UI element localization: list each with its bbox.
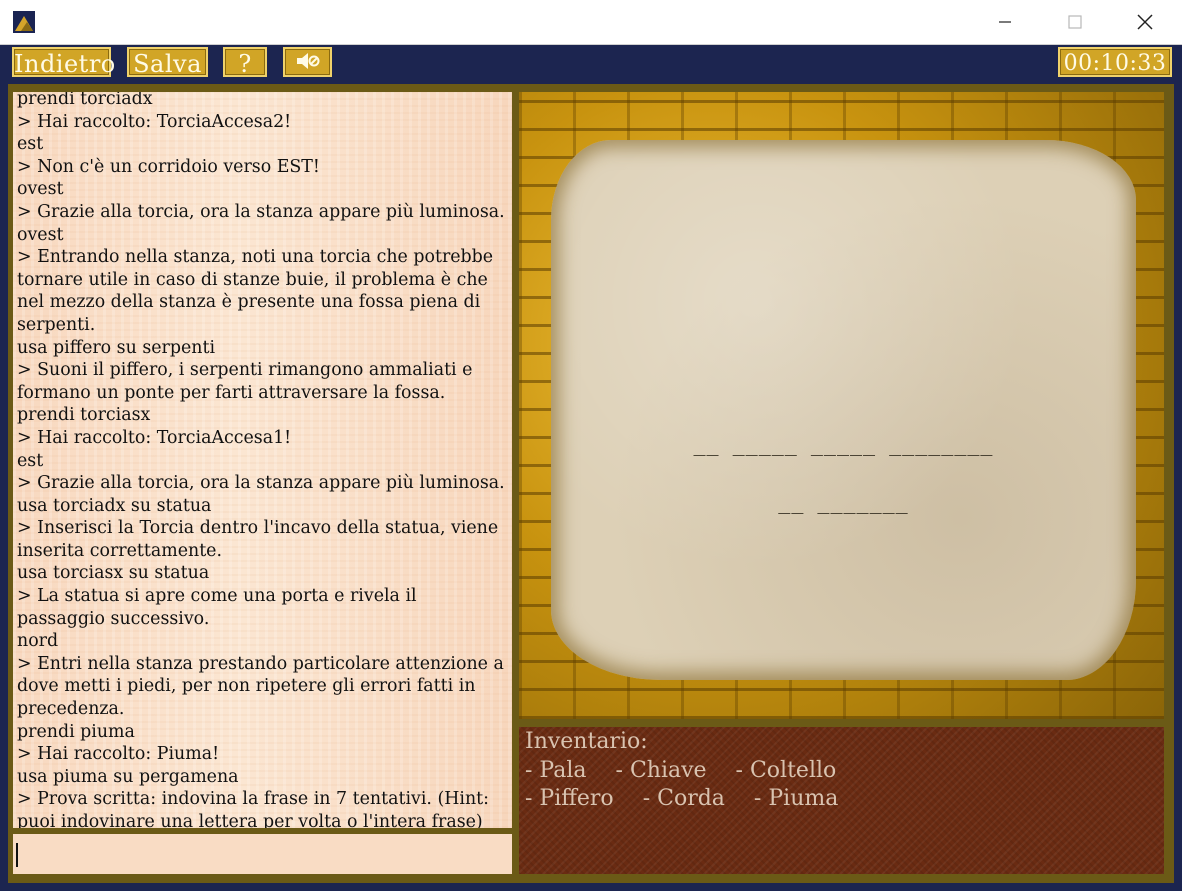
inventory-item: - Piffero (525, 786, 614, 811)
inventory-item: - Piuma (753, 786, 839, 811)
log-command-line: ovest (17, 179, 64, 200)
log-command-line: est (17, 450, 44, 471)
log-command-line: prendi torciasx (17, 405, 151, 426)
log-response-line: > La statua si apre come una porta e riv… (17, 586, 423, 629)
log-command-line: prendi torciadx (17, 92, 153, 109)
puzzle-line-2: __ _______ (778, 490, 909, 514)
inventory-item: - Pala (525, 758, 587, 783)
log-response-line: > Hai raccolto: TorciaAccesa1! (17, 427, 292, 448)
log-command-line: prendi piuma (17, 721, 135, 742)
log-command-line: est (17, 134, 44, 155)
close-icon[interactable] (1110, 0, 1180, 44)
toolbar: Indietro Salva ? 00:10:33 (0, 45, 1182, 83)
inventory-title: Inventario: (525, 729, 648, 754)
log-response-line: > Hai raccolto: TorciaAccesa2! (17, 111, 292, 132)
mountain-app-icon (13, 11, 35, 33)
parchment-scroll: __ _____ _____ ________ __ _______ (551, 140, 1136, 680)
log-command-line: ovest (17, 224, 64, 245)
inventory-item: - Chiave (615, 758, 707, 783)
log-response-line: > Suoni il piffero, i serpenti rimangono… (17, 360, 478, 403)
log-text: prendi torciadx > Hai raccolto: TorciaAcc… (17, 92, 509, 828)
title-bar (0, 0, 1182, 45)
log-command-line: usa torciasx su statua (17, 563, 210, 584)
inventory-panel: Inventario: - Pala - Chiave - Coltello -… (519, 727, 1164, 874)
log-response-line: > Inserisci la Torcia dentro l'incavo de… (17, 518, 504, 561)
game-timer: 00:10:33 (1058, 47, 1172, 77)
log-command-line: usa piffero su serpenti (17, 337, 216, 358)
command-input[interactable] (13, 834, 512, 874)
inventory-item: - Coltello (735, 758, 837, 783)
log-response-line: > Entrando nella stanza, noti una torcia… (17, 247, 499, 335)
inventory-item: - Corda (642, 786, 725, 811)
scene-image: __ _____ _____ ________ __ _______ (519, 92, 1164, 719)
speaker-muted-icon (295, 47, 321, 77)
log-command-line: nord (17, 631, 59, 652)
help-button[interactable]: ? (223, 47, 267, 78)
log-response-line: > Non c'è un corridoio verso EST! (17, 156, 320, 177)
game-log[interactable]: prendi torciadx > Hai raccolto: TorciaAcc… (13, 92, 512, 828)
log-response-line: > Grazie alla torcia, ora la stanza appa… (17, 473, 505, 494)
bottom-strip (0, 883, 1182, 891)
inventory-row-1: - Pala - Chiave - Coltello (525, 757, 858, 785)
log-command-line: usa piuma su pergamena (17, 766, 239, 787)
text-caret (16, 843, 18, 867)
log-response-line: > Entri nella stanza prestando particola… (17, 653, 510, 720)
maximize-icon[interactable] (1040, 0, 1110, 44)
log-response-line: > Grazie alla torcia, ora la stanza appa… (17, 201, 505, 222)
inventory-row-2: - Piffero - Corda - Piuma (525, 785, 860, 813)
log-response-line: > Prova scritta: indovina la frase in 7 … (17, 789, 495, 828)
minimize-icon[interactable] (970, 0, 1040, 44)
log-command-line: usa torciadx su statua (17, 495, 212, 516)
sound-toggle-button[interactable] (283, 47, 332, 77)
back-button[interactable]: Indietro (12, 47, 115, 78)
log-response-line: > Hai raccolto: Piuma! (17, 744, 220, 765)
puzzle-line-1: __ _____ _____ ________ (693, 432, 994, 456)
save-button[interactable]: Salva (127, 47, 208, 78)
